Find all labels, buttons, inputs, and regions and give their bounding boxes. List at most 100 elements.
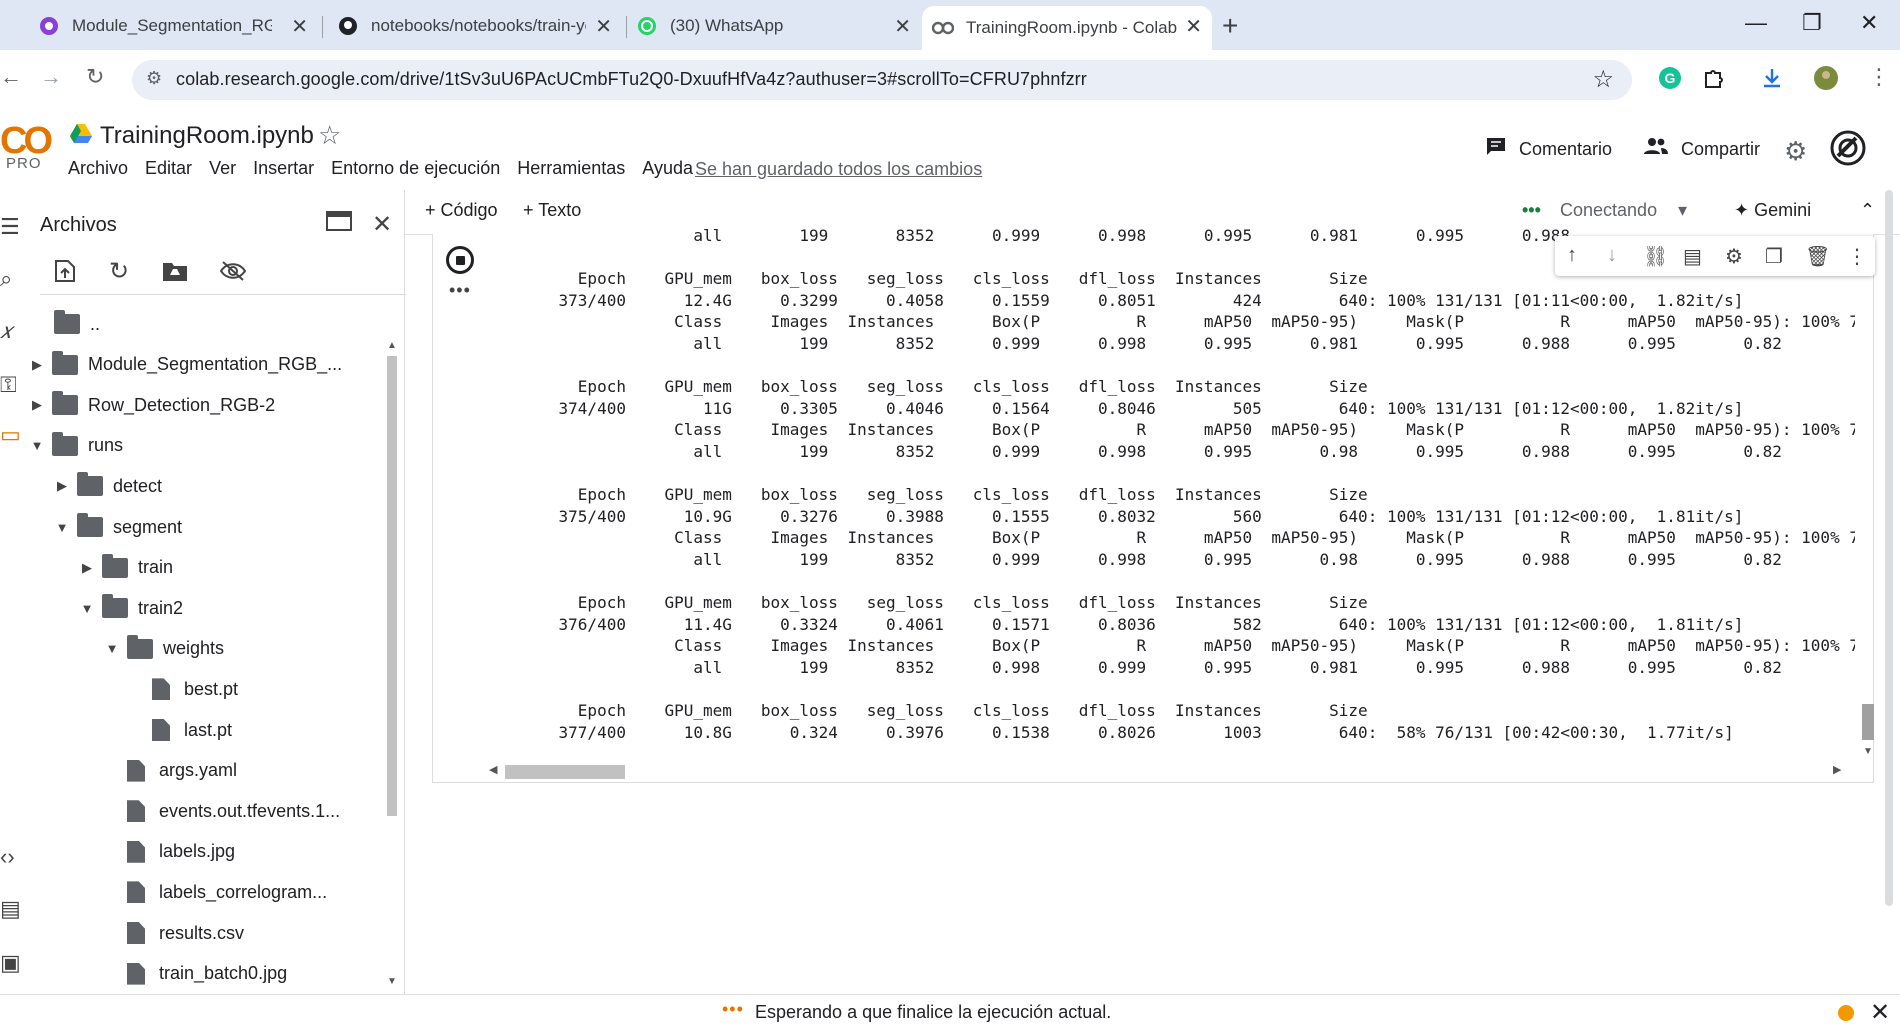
menu-ver[interactable]: Ver <box>209 158 236 179</box>
mirror-cell-icon[interactable]: ❐ <box>1765 244 1783 269</box>
runtime-dropdown-icon[interactable]: ▾ <box>1678 200 1687 221</box>
bookmark-star-icon[interactable]: ☆ <box>1592 65 1614 94</box>
notebook-title[interactable]: TrainingRoom.ipynb <box>100 122 314 150</box>
close-status-icon[interactable]: ✕ <box>1870 998 1890 1027</box>
expand-caret-icon[interactable]: ▶ <box>28 397 46 413</box>
mount-drive-icon[interactable] <box>160 256 190 286</box>
browser-tab[interactable]: notebooks/notebooks/train-yol ✕ <box>337 6 622 46</box>
page-scroll-thumb[interactable] <box>1885 190 1893 906</box>
stop-execution-button[interactable] <box>446 246 474 274</box>
close-icon[interactable]: ✕ <box>1185 14 1202 39</box>
scroll-right-arrow-icon[interactable]: ▶ <box>1833 763 1841 776</box>
browser-tab-active[interactable]: TrainingRoom.ipynb - Colab ✕ <box>922 6 1212 50</box>
file-tree-item[interactable]: train_batch0.jpg <box>103 956 287 992</box>
sidebar-scrollbar[interactable]: ▲ ▼ <box>384 340 400 987</box>
back-icon[interactable]: ← <box>0 64 22 90</box>
file-tree-item[interactable]: best.pt <box>128 671 238 707</box>
menu-insertar[interactable]: Insertar <box>253 158 314 179</box>
expand-caret-icon[interactable]: ▶ <box>78 560 96 576</box>
file-tree-item[interactable]: ▶ Row_Detection_RGB-2 <box>28 387 275 423</box>
close-sidebar-icon[interactable]: ✕ <box>372 210 392 239</box>
file-tree-item[interactable]: ▶ Module_Segmentation_RGB_... <box>28 347 342 383</box>
share-button[interactable]: Compartir <box>1643 136 1760 162</box>
file-tree-item[interactable]: ▼ weights <box>103 631 224 667</box>
profile-avatar[interactable] <box>1812 64 1840 92</box>
runtime-status[interactable]: Conectando <box>1560 200 1657 221</box>
expand-caret-icon[interactable]: ▶ <box>53 478 71 494</box>
menu-herramientas[interactable]: Herramientas <box>517 158 625 179</box>
close-icon[interactable]: ✕ <box>894 14 911 39</box>
scroll-up-arrow-icon[interactable]: ▲ <box>387 340 397 351</box>
gemini-button[interactable]: ✦ Gemini <box>1734 200 1811 221</box>
move-down-icon[interactable]: ↓ <box>1607 244 1617 267</box>
file-tree-item[interactable]: events.out.tfevents.1... <box>103 793 340 829</box>
url-text[interactable]: colab.research.google.com/drive/1tSv3uU6… <box>176 69 1087 90</box>
scroll-down-arrow-icon[interactable]: ▼ <box>387 976 397 987</box>
open-in-tab-icon[interactable] <box>326 210 352 239</box>
horizontal-scroll-thumb[interactable] <box>505 765 625 779</box>
variables-icon[interactable]: 𝑥 <box>0 318 12 344</box>
close-icon[interactable]: ✕ <box>595 14 612 39</box>
file-tree-item[interactable]: ▶ detect <box>53 468 162 504</box>
file-tree-item[interactable]: ▼ runs <box>28 428 123 464</box>
file-tree-item[interactable]: last.pt <box>128 712 232 748</box>
drive-icon[interactable] <box>70 124 92 146</box>
comment-button[interactable]: Comentario <box>1485 136 1612 162</box>
move-up-icon[interactable]: ↑ <box>1567 244 1577 267</box>
star-icon[interactable]: ☆ <box>318 120 341 151</box>
collapse-header-icon[interactable]: ⌃ <box>1860 200 1875 221</box>
save-status-link[interactable]: Se han guardado todos los cambios <box>695 159 982 180</box>
link-icon[interactable]: ⛓ <box>1643 244 1668 269</box>
expand-caret-icon[interactable]: ▶ <box>28 357 46 373</box>
comment-cell-icon[interactable]: ▤ <box>1683 244 1702 269</box>
file-tree-item[interactable]: ▼ train2 <box>78 590 183 626</box>
sidebar-scroll-thumb[interactable] <box>387 356 397 816</box>
refresh-icon[interactable]: ↻ <box>104 256 134 286</box>
output-horizontal-scrollbar[interactable]: ◀ ▶ <box>485 763 1845 779</box>
forward-icon[interactable]: → <box>40 64 62 90</box>
extensions-icon[interactable] <box>1700 64 1728 92</box>
add-code-button[interactable]: + Código <box>425 200 498 221</box>
cell-output-menu-icon[interactable]: ••• <box>449 280 471 301</box>
collapse-caret-icon[interactable]: ▼ <box>78 601 96 616</box>
window-close-icon[interactable]: ✕ <box>1860 10 1878 36</box>
collapse-caret-icon[interactable]: ▼ <box>103 641 121 656</box>
search-icon[interactable]: ⌕ <box>0 266 12 292</box>
close-icon[interactable]: ✕ <box>291 14 308 39</box>
site-info-icon[interactable]: ⚙ <box>146 68 162 89</box>
code-snippets-icon[interactable]: ‹› <box>0 844 15 870</box>
reload-icon[interactable]: ↻ <box>86 64 104 90</box>
file-tree-item[interactable]: results.csv <box>103 915 244 951</box>
restore-icon[interactable]: ❐ <box>1802 10 1822 36</box>
menu-entorno[interactable]: Entorno de ejecución <box>331 158 500 179</box>
scroll-down-arrow-icon[interactable]: ▼ <box>1863 746 1873 757</box>
vertical-scroll-thumb[interactable] <box>1862 704 1874 740</box>
command-palette-icon[interactable]: ▤ <box>0 896 21 922</box>
files-folder-icon[interactable]: ▭ <box>0 422 21 448</box>
collapse-caret-icon[interactable]: ▼ <box>28 438 46 453</box>
menu-editar[interactable]: Editar <box>145 158 192 179</box>
add-text-button[interactable]: + Texto <box>523 200 581 221</box>
settings-gear-icon[interactable]: ⚙ <box>1784 136 1807 167</box>
minimize-icon[interactable]: — <box>1745 10 1767 36</box>
menu-ayuda[interactable]: Ayuda <box>642 158 693 179</box>
menu-archivo[interactable]: Archivo <box>68 158 128 179</box>
download-icon[interactable] <box>1758 64 1786 92</box>
table-of-contents-icon[interactable]: ☰ <box>0 214 20 240</box>
collapse-caret-icon[interactable]: ▼ <box>53 520 71 535</box>
file-tree-item[interactable]: .. <box>54 306 100 342</box>
upload-file-icon[interactable] <box>50 256 80 286</box>
hide-eye-icon[interactable] <box>218 256 248 286</box>
secrets-key-icon[interactable]: ⚿ <box>0 372 17 398</box>
new-tab-icon[interactable]: + <box>1222 10 1238 42</box>
file-tree-item[interactable]: ▶ train <box>78 550 173 586</box>
file-tree-item[interactable]: labels.jpg <box>103 834 235 870</box>
page-scrollbar[interactable] <box>1883 190 1895 910</box>
file-tree-item[interactable]: args.yaml <box>103 753 237 789</box>
file-tree-item[interactable]: labels_correlogram... <box>103 874 327 910</box>
scroll-left-arrow-icon[interactable]: ◀ <box>489 763 497 776</box>
delete-cell-icon[interactable]: 🗑 <box>1805 244 1830 269</box>
cell-settings-icon[interactable]: ⚙ <box>1725 244 1743 269</box>
output-vertical-scrollbar[interactable]: ▼ <box>1860 236 1876 766</box>
browser-tab[interactable]: Module_Segmentation_RGB_M ✕ <box>38 6 318 46</box>
